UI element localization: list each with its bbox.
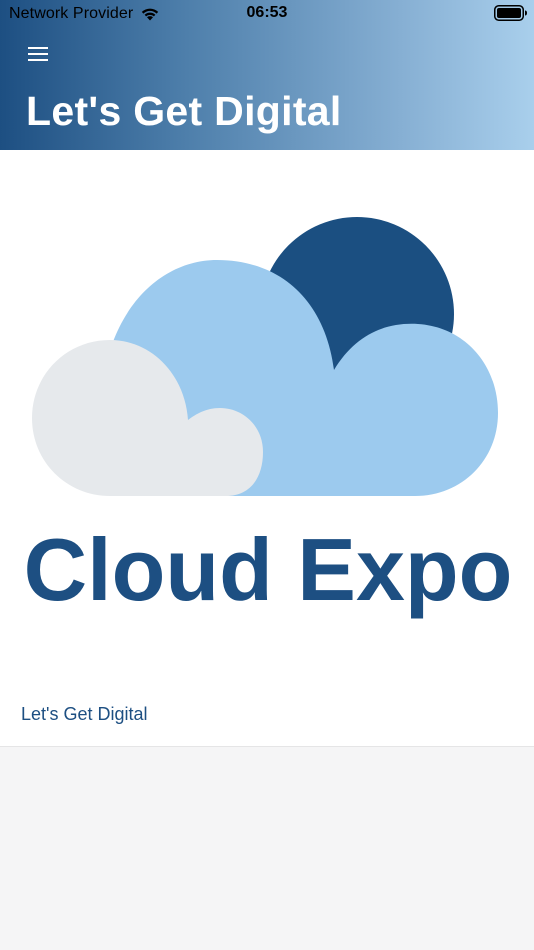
status-time: 06:53 <box>246 4 288 21</box>
app-header: Network Provider 06:53 Let's Get Digital <box>0 0 534 150</box>
hamburger-menu-icon <box>28 47 48 61</box>
page-title: Let's Get Digital <box>26 88 342 134</box>
content-card[interactable]: Cloud Expo Let's Get Digital <box>0 150 534 747</box>
menu-button[interactable] <box>20 36 58 72</box>
cloud-graphic <box>32 217 499 496</box>
status-bar: Network Provider 06:53 <box>0 0 534 28</box>
battery-icon <box>494 5 527 21</box>
cloud-expo-logo: Cloud Expo <box>24 217 513 619</box>
card-caption: Let's Get Digital <box>21 704 148 724</box>
logo-wordmark: Cloud Expo <box>24 520 513 619</box>
